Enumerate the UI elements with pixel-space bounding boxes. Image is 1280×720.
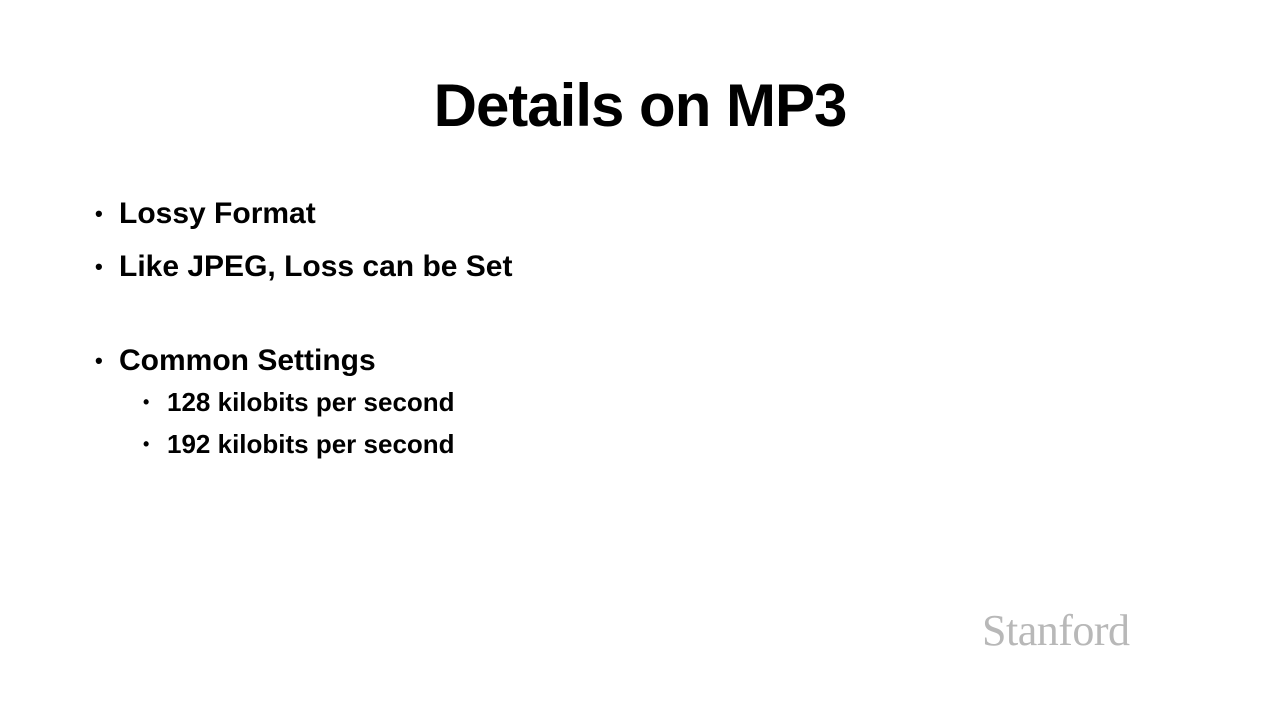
bullet-item: • Like JPEG, Loss can be Set: [95, 247, 513, 287]
sub-bullet-list: • 128 kilobits per second • 192 kilobits…: [95, 385, 513, 461]
sub-bullet-text: 192 kilobits per second: [167, 429, 455, 459]
slide-title: Details on MP3: [433, 72, 848, 139]
sub-bullet-text: 128 kilobits per second: [167, 387, 455, 417]
bullet-dot-icon: •: [95, 254, 103, 279]
sub-bullet-item: • 192 kilobits per second: [143, 427, 513, 461]
slide: Details on MP3 • Lossy Format • Like JPE…: [0, 0, 1280, 720]
bullet-item: • Common Settings: [95, 341, 513, 381]
bullet-text: Lossy Format: [119, 197, 316, 230]
stanford-logo: Stanford: [982, 606, 1130, 655]
sub-bullet-item: • 128 kilobits per second: [143, 385, 513, 419]
bullet-text: Like JPEG, Loss can be Set: [119, 250, 513, 283]
bullet-text: Common Settings: [119, 344, 376, 377]
bullet-list: • Lossy Format • Like JPEG, Loss can be …: [95, 194, 513, 469]
bullet-dot-icon: •: [95, 348, 103, 373]
sub-bullet-dot-icon: •: [143, 434, 150, 454]
sub-bullet-dot-icon: •: [143, 392, 150, 412]
sub-bullet-container: • 128 kilobits per second • 192 kilobits…: [95, 385, 513, 461]
bullet-dot-icon: •: [95, 201, 103, 226]
bullet-item: • Lossy Format: [95, 194, 513, 234]
